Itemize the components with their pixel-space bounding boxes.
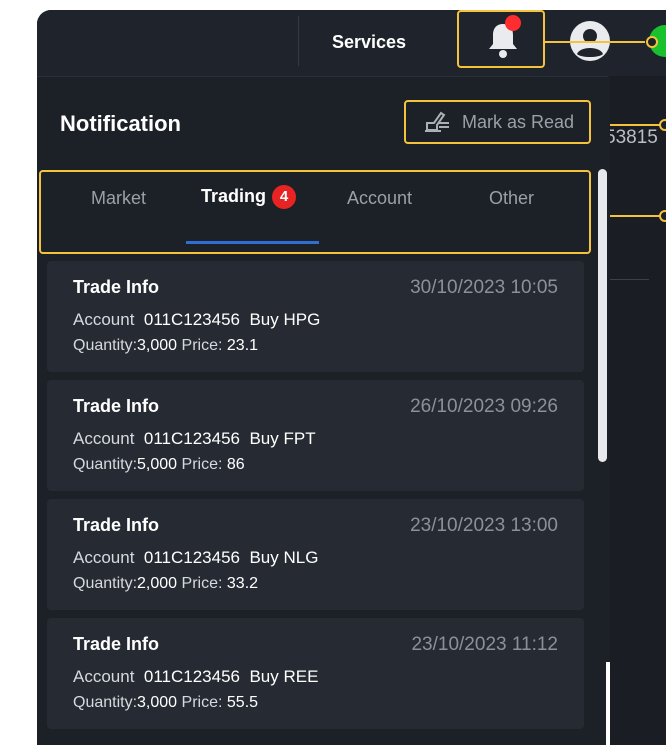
- trade-action: Buy REE: [249, 667, 319, 686]
- price-value: 23.1: [226, 337, 259, 354]
- tab-market-label: Market: [91, 188, 147, 208]
- notification-panel: Notification Mark as Read Market Trading…: [37, 77, 610, 745]
- services-menu[interactable]: Services: [332, 32, 406, 53]
- price-label: Price:: [181, 337, 223, 354]
- notification-item[interactable]: Trade Info 23/10/2023 11:12 Account 011C…: [47, 618, 584, 729]
- tab-market[interactable]: Market: [91, 188, 146, 209]
- price-value: 33.2: [226, 575, 259, 592]
- topbar-divider: [298, 16, 299, 66]
- notification-item-title: Trade Info: [73, 277, 160, 297]
- notification-item-time: 23/10/2023 11:12: [411, 634, 558, 655]
- notification-item-title: Trade Info: [73, 634, 160, 654]
- quantity-label: Quantity:: [73, 694, 138, 711]
- user-button[interactable]: [569, 20, 611, 67]
- account-number: 011C123456: [143, 310, 240, 329]
- callout-line-bell: [545, 41, 645, 43]
- notification-item-time: 26/10/2023 09:26: [410, 396, 558, 417]
- account-label: Account: [73, 429, 135, 448]
- notification-dot: [505, 15, 521, 31]
- callout-dot-mark-read: [659, 119, 666, 131]
- quantity-label: Quantity:: [73, 337, 138, 354]
- tab-trading[interactable]: Trading 4: [201, 185, 297, 209]
- account-label: Account: [73, 548, 135, 567]
- background-content: [607, 76, 666, 745]
- trading-count-badge: 4: [272, 185, 297, 209]
- quantity-label: Quantity:: [73, 456, 138, 473]
- tab-trading-label: Trading: [201, 185, 267, 206]
- tab-other-label: Other: [489, 188, 535, 208]
- notification-item-time: 30/10/2023 10:05: [410, 277, 558, 298]
- notification-item-account-line: Account 011C123456 Buy FPT: [73, 429, 316, 449]
- price-value: 86: [226, 456, 245, 473]
- scrollbar-thumb[interactable]: [598, 169, 607, 462]
- tab-other[interactable]: Other: [489, 188, 534, 209]
- tab-account[interactable]: Account: [347, 188, 412, 209]
- callout-dot-bell: [646, 36, 658, 48]
- callout-dot-tabs: [659, 210, 666, 222]
- price-value: 55.5: [226, 694, 259, 711]
- account-number: 011C123456: [143, 548, 240, 567]
- notification-list: Trade Info 30/10/2023 10:05 Account 011C…: [47, 261, 584, 737]
- active-tab-underline: [186, 241, 319, 244]
- top-bar: Services: [37, 10, 666, 77]
- notification-item-account-line: Account 011C123456 Buy HPG: [73, 310, 320, 330]
- notification-item-title: Trade Info: [73, 396, 160, 416]
- notification-item-quantity-line: Quantity:5,000 Price: 86: [73, 456, 245, 474]
- price-label: Price:: [181, 575, 223, 592]
- background-ticker-text: 53815: [605, 127, 658, 148]
- mark-as-read-label: Mark as Read: [462, 111, 575, 132]
- notification-tabs: Market Trading 4 Account Other: [39, 170, 591, 254]
- notification-item[interactable]: Trade Info 23/10/2023 13:00 Account 011C…: [47, 499, 584, 610]
- panel-title: Notification: [60, 111, 181, 136]
- tab-account-label: Account: [347, 188, 413, 208]
- notification-item-quantity-line: Quantity:2,000 Price: 33.2: [73, 575, 258, 593]
- mark-as-read-button[interactable]: Mark as Read: [404, 100, 591, 144]
- notification-item-title: Trade Info: [73, 515, 160, 535]
- notification-item[interactable]: Trade Info 26/10/2023 09:26 Account 011C…: [47, 380, 584, 491]
- notification-item[interactable]: Trade Info 30/10/2023 10:05 Account 011C…: [47, 261, 584, 372]
- price-label: Price:: [181, 456, 223, 473]
- panel-edge: [606, 662, 610, 745]
- notification-item-quantity-line: Quantity:3,000 Price: 55.5: [73, 694, 258, 712]
- quantity-label: Quantity:: [73, 575, 138, 592]
- quantity-value: 5,000: [137, 456, 178, 473]
- quantity-value: 3,000: [137, 694, 178, 711]
- account-label: Account: [73, 667, 135, 686]
- notification-item-account-line: Account 011C123456 Buy REE: [73, 667, 318, 687]
- notification-item-time: 23/10/2023 13:00: [410, 515, 558, 536]
- background-line: [607, 279, 649, 280]
- mark-read-icon: [425, 111, 449, 132]
- notification-item-quantity-line: Quantity:3,000 Price: 23.1: [73, 337, 258, 355]
- notification-button[interactable]: [457, 10, 545, 68]
- trade-action: Buy NLG: [249, 548, 319, 567]
- trade-action: Buy FPT: [249, 429, 316, 448]
- notification-item-account-line: Account 011C123456 Buy NLG: [73, 548, 318, 568]
- trade-action: Buy HPG: [249, 310, 321, 329]
- price-label: Price:: [181, 694, 223, 711]
- account-number: 011C123456: [143, 429, 240, 448]
- account-label: Account: [73, 310, 135, 329]
- quantity-value: 3,000: [137, 337, 178, 354]
- quantity-value: 2,000: [137, 575, 178, 592]
- account-number: 011C123456: [143, 667, 240, 686]
